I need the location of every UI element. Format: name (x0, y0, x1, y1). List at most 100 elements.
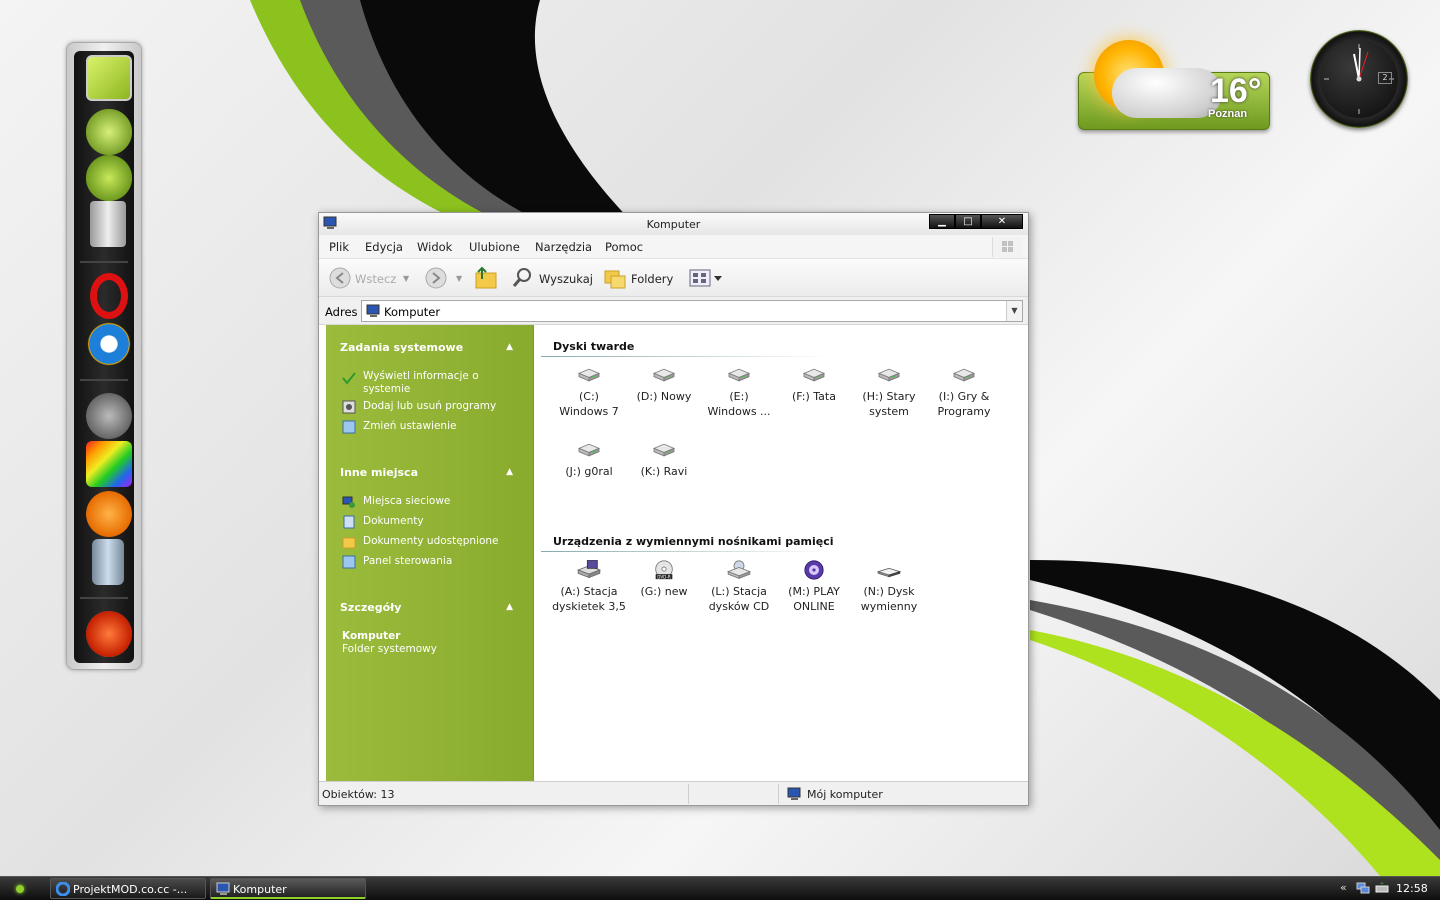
menu-pomoc[interactable]: Pomoc (605, 240, 643, 254)
monitor-icon[interactable] (86, 55, 132, 101)
task-change-setting[interactable]: Zmień ustawienie (363, 420, 456, 433)
cd-drive-icon (727, 560, 751, 579)
address-dropdown-icon[interactable]: ▼ (1006, 301, 1022, 321)
taskbar-button-computer[interactable]: Komputer (210, 878, 366, 899)
weather-temperature: 16° (1210, 72, 1262, 110)
control-panel-icon (342, 420, 356, 434)
status-location: Mój komputer (807, 788, 883, 801)
drive-a[interactable]: (A:) Stacja dyskietek 3,5 (551, 560, 627, 614)
back-dropdown-icon[interactable]: ▼ (403, 274, 409, 283)
close-button[interactable]: ✕ (981, 214, 1023, 229)
snippet-icon[interactable] (86, 491, 132, 537)
hard-drive-icon (577, 368, 601, 382)
ps09-icon[interactable] (86, 611, 132, 657)
place-shared-documents[interactable]: Dokumenty udostępnione (363, 535, 499, 548)
paint-icon[interactable] (92, 539, 124, 585)
network-icon[interactable] (86, 109, 132, 155)
window-title: Komputer (646, 218, 701, 231)
documents-icon (343, 515, 355, 529)
drive-label: (K:) Ravi (640, 465, 688, 478)
status-objects: Obiektów: 13 (322, 788, 395, 801)
collapse-icon[interactable]: ▲ (506, 342, 513, 352)
drive-j[interactable]: (J:) g0ral (551, 440, 627, 479)
place-documents[interactable]: Dokumenty (363, 515, 424, 528)
menu-ulubione[interactable]: Ulubione (469, 240, 520, 254)
details-header[interactable]: Szczegóły (340, 601, 401, 614)
taskbar-button-label: Komputer (233, 883, 287, 896)
drive-k[interactable]: (K:) Ravi (626, 440, 702, 479)
play-drive-icon (804, 560, 824, 580)
computer-icon (366, 304, 380, 317)
taskbar-button-browser[interactable]: ProjektMOD.co.cc -... (50, 878, 206, 899)
address-value: Komputer (384, 305, 441, 319)
gimp-icon[interactable] (86, 393, 132, 439)
network-tray-icon[interactable] (1356, 882, 1370, 895)
drive-label: (A:) Stacja dyskietek 3,5 (552, 585, 626, 613)
removable-title: Urządzenia z wymiennymi nośnikami pamięc… (553, 535, 834, 548)
hard-drive-icon (802, 368, 826, 382)
windows-flag-icon (992, 237, 1022, 257)
drive-c[interactable]: (C:) Windows 7 (551, 365, 627, 419)
start-button[interactable] (16, 885, 24, 893)
hard-drive-icon (577, 443, 601, 457)
back-button-label[interactable]: Wstecz (355, 272, 396, 286)
minimize-button[interactable]: ▁ (929, 214, 955, 229)
address-input[interactable]: Komputer ▼ (361, 300, 1023, 322)
task-add-remove-programs[interactable]: Dodaj lub usuń programy (363, 400, 496, 413)
drive-e[interactable]: (E:) Windows ... (701, 365, 777, 419)
maximize-button[interactable]: □ (955, 214, 981, 229)
drive-h[interactable]: (H:) Stary system (851, 365, 927, 419)
safely-remove-tray-icon[interactable] (1374, 882, 1390, 895)
forward-dropdown-icon[interactable]: ▼ (456, 274, 462, 283)
opera-icon[interactable] (90, 273, 128, 319)
forward-icon[interactable] (425, 267, 447, 289)
search-button-label[interactable]: Wyszukaj (539, 272, 593, 286)
drive-f[interactable]: (F:) Tata (776, 365, 852, 404)
task-view-system-info[interactable]: Wyświetl informacje o systemie (363, 370, 503, 396)
tray-expand-icon[interactable]: « (1340, 881, 1347, 894)
drive-label: (I:) Gry & Programy (937, 390, 991, 418)
details-name: Komputer (342, 630, 401, 642)
hard-drives-title: Dyski twarde (553, 340, 635, 353)
drive-l[interactable]: (L:) Stacja dysków CD (701, 560, 777, 614)
back-icon[interactable] (329, 267, 351, 289)
tray-clock[interactable]: 12:58 (1396, 882, 1428, 895)
place-control-panel[interactable]: Panel sterowania (363, 555, 452, 568)
dvd-drive-icon: DVD-R (655, 560, 673, 579)
menu-narzedzia[interactable]: Narzędzia (535, 240, 592, 254)
menu-edycja[interactable]: Edycja (365, 240, 403, 254)
removable-drive-icon (876, 567, 902, 578)
search-icon[interactable] (511, 267, 533, 289)
drive-label: (J:) g0ral (565, 465, 613, 478)
folders-button-label[interactable]: Foldery (631, 272, 673, 286)
menu-plik[interactable]: Plik (329, 240, 349, 254)
ie-icon[interactable] (86, 321, 132, 367)
recycle-bin-icon[interactable] (90, 201, 126, 247)
puzzle-icon[interactable] (86, 441, 132, 487)
place-network[interactable]: Miejsca sieciowe (363, 495, 450, 508)
task-pane: Zadania systemowe ▲ Wyświetl informacje … (326, 325, 534, 781)
drive-g[interactable]: DVD-R (G:) new (626, 560, 702, 599)
title-bar[interactable]: Komputer ▁ □ ✕ (319, 213, 1028, 235)
details-type: Folder systemowy (342, 643, 437, 655)
collapse-icon[interactable]: ▲ (506, 467, 513, 477)
hard-drive-icon (877, 368, 901, 382)
menu-widok[interactable]: Widok (417, 240, 452, 254)
drive-i[interactable]: (I:) Gry & Programy (926, 365, 1002, 419)
collapse-icon[interactable]: ▲ (506, 602, 513, 612)
folder-up-icon[interactable] (473, 265, 499, 291)
ie-icon (56, 882, 70, 896)
drive-d[interactable]: (D:) Nowy (626, 365, 702, 404)
drive-m[interactable]: (M:) PLAY ONLINE (776, 560, 852, 614)
clock-date: 2 (1378, 72, 1392, 84)
network-icon-2[interactable] (86, 155, 132, 201)
explorer-window[interactable]: Komputer ▁ □ ✕ Plik Edycja Widok Ulubion… (318, 212, 1029, 806)
other-places-header[interactable]: Inne miejsca (340, 466, 418, 479)
views-icon[interactable] (689, 268, 727, 288)
drive-label: (D:) Nowy (636, 390, 692, 403)
system-tasks-header[interactable]: Zadania systemowe (340, 341, 463, 354)
drive-n[interactable]: (N:) Dysk wymienny (851, 560, 927, 614)
address-bar: Adres Komputer ▼ (319, 297, 1028, 325)
folders-icon[interactable] (603, 266, 627, 290)
drive-label: (F:) Tata (792, 390, 836, 403)
